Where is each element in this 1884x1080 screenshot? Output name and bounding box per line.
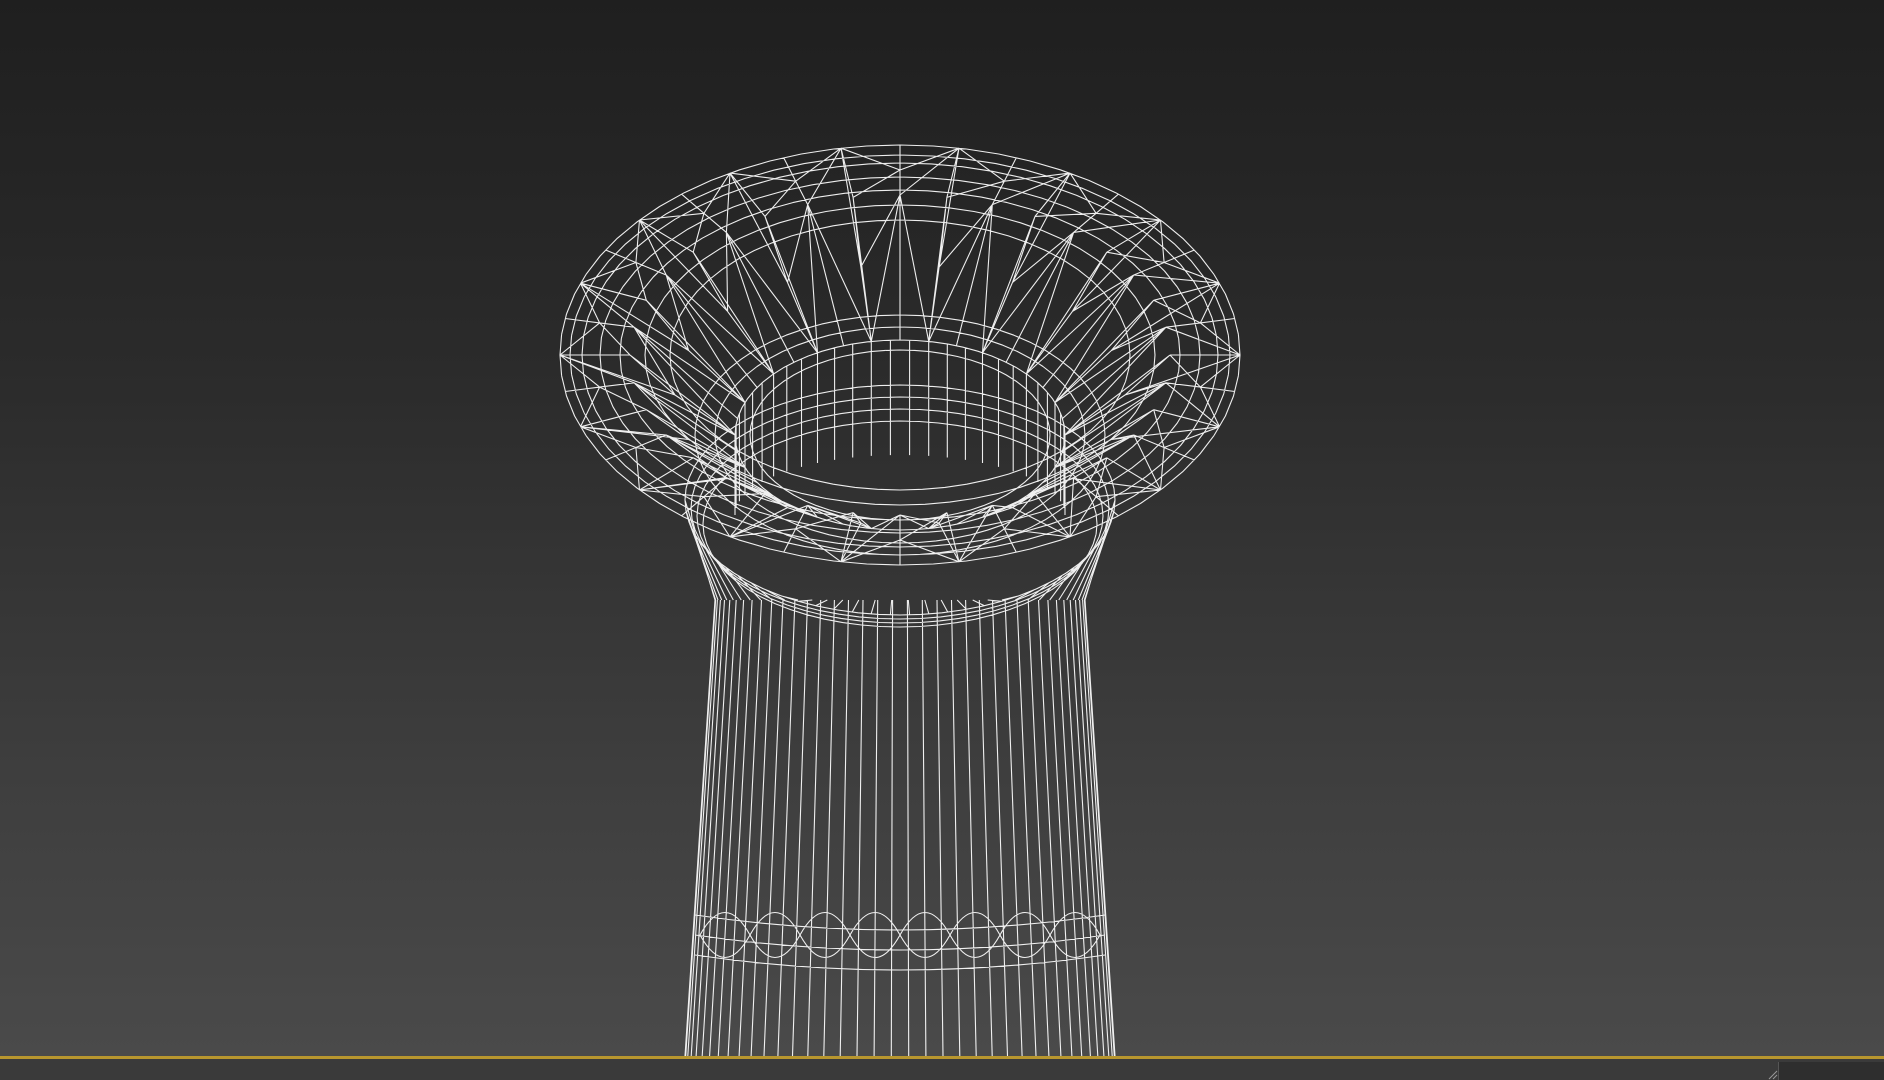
time-slider-field[interactable] [1778, 1062, 1884, 1080]
wireframe-mesh-icon[interactable] [0, 0, 1884, 1058]
time-slider-bar[interactable] [0, 1059, 1884, 1080]
viewport-perspective[interactable] [0, 0, 1884, 1058]
resize-grip-icon[interactable] [1768, 1070, 1778, 1080]
mesh-edges [559, 144, 1241, 1057]
